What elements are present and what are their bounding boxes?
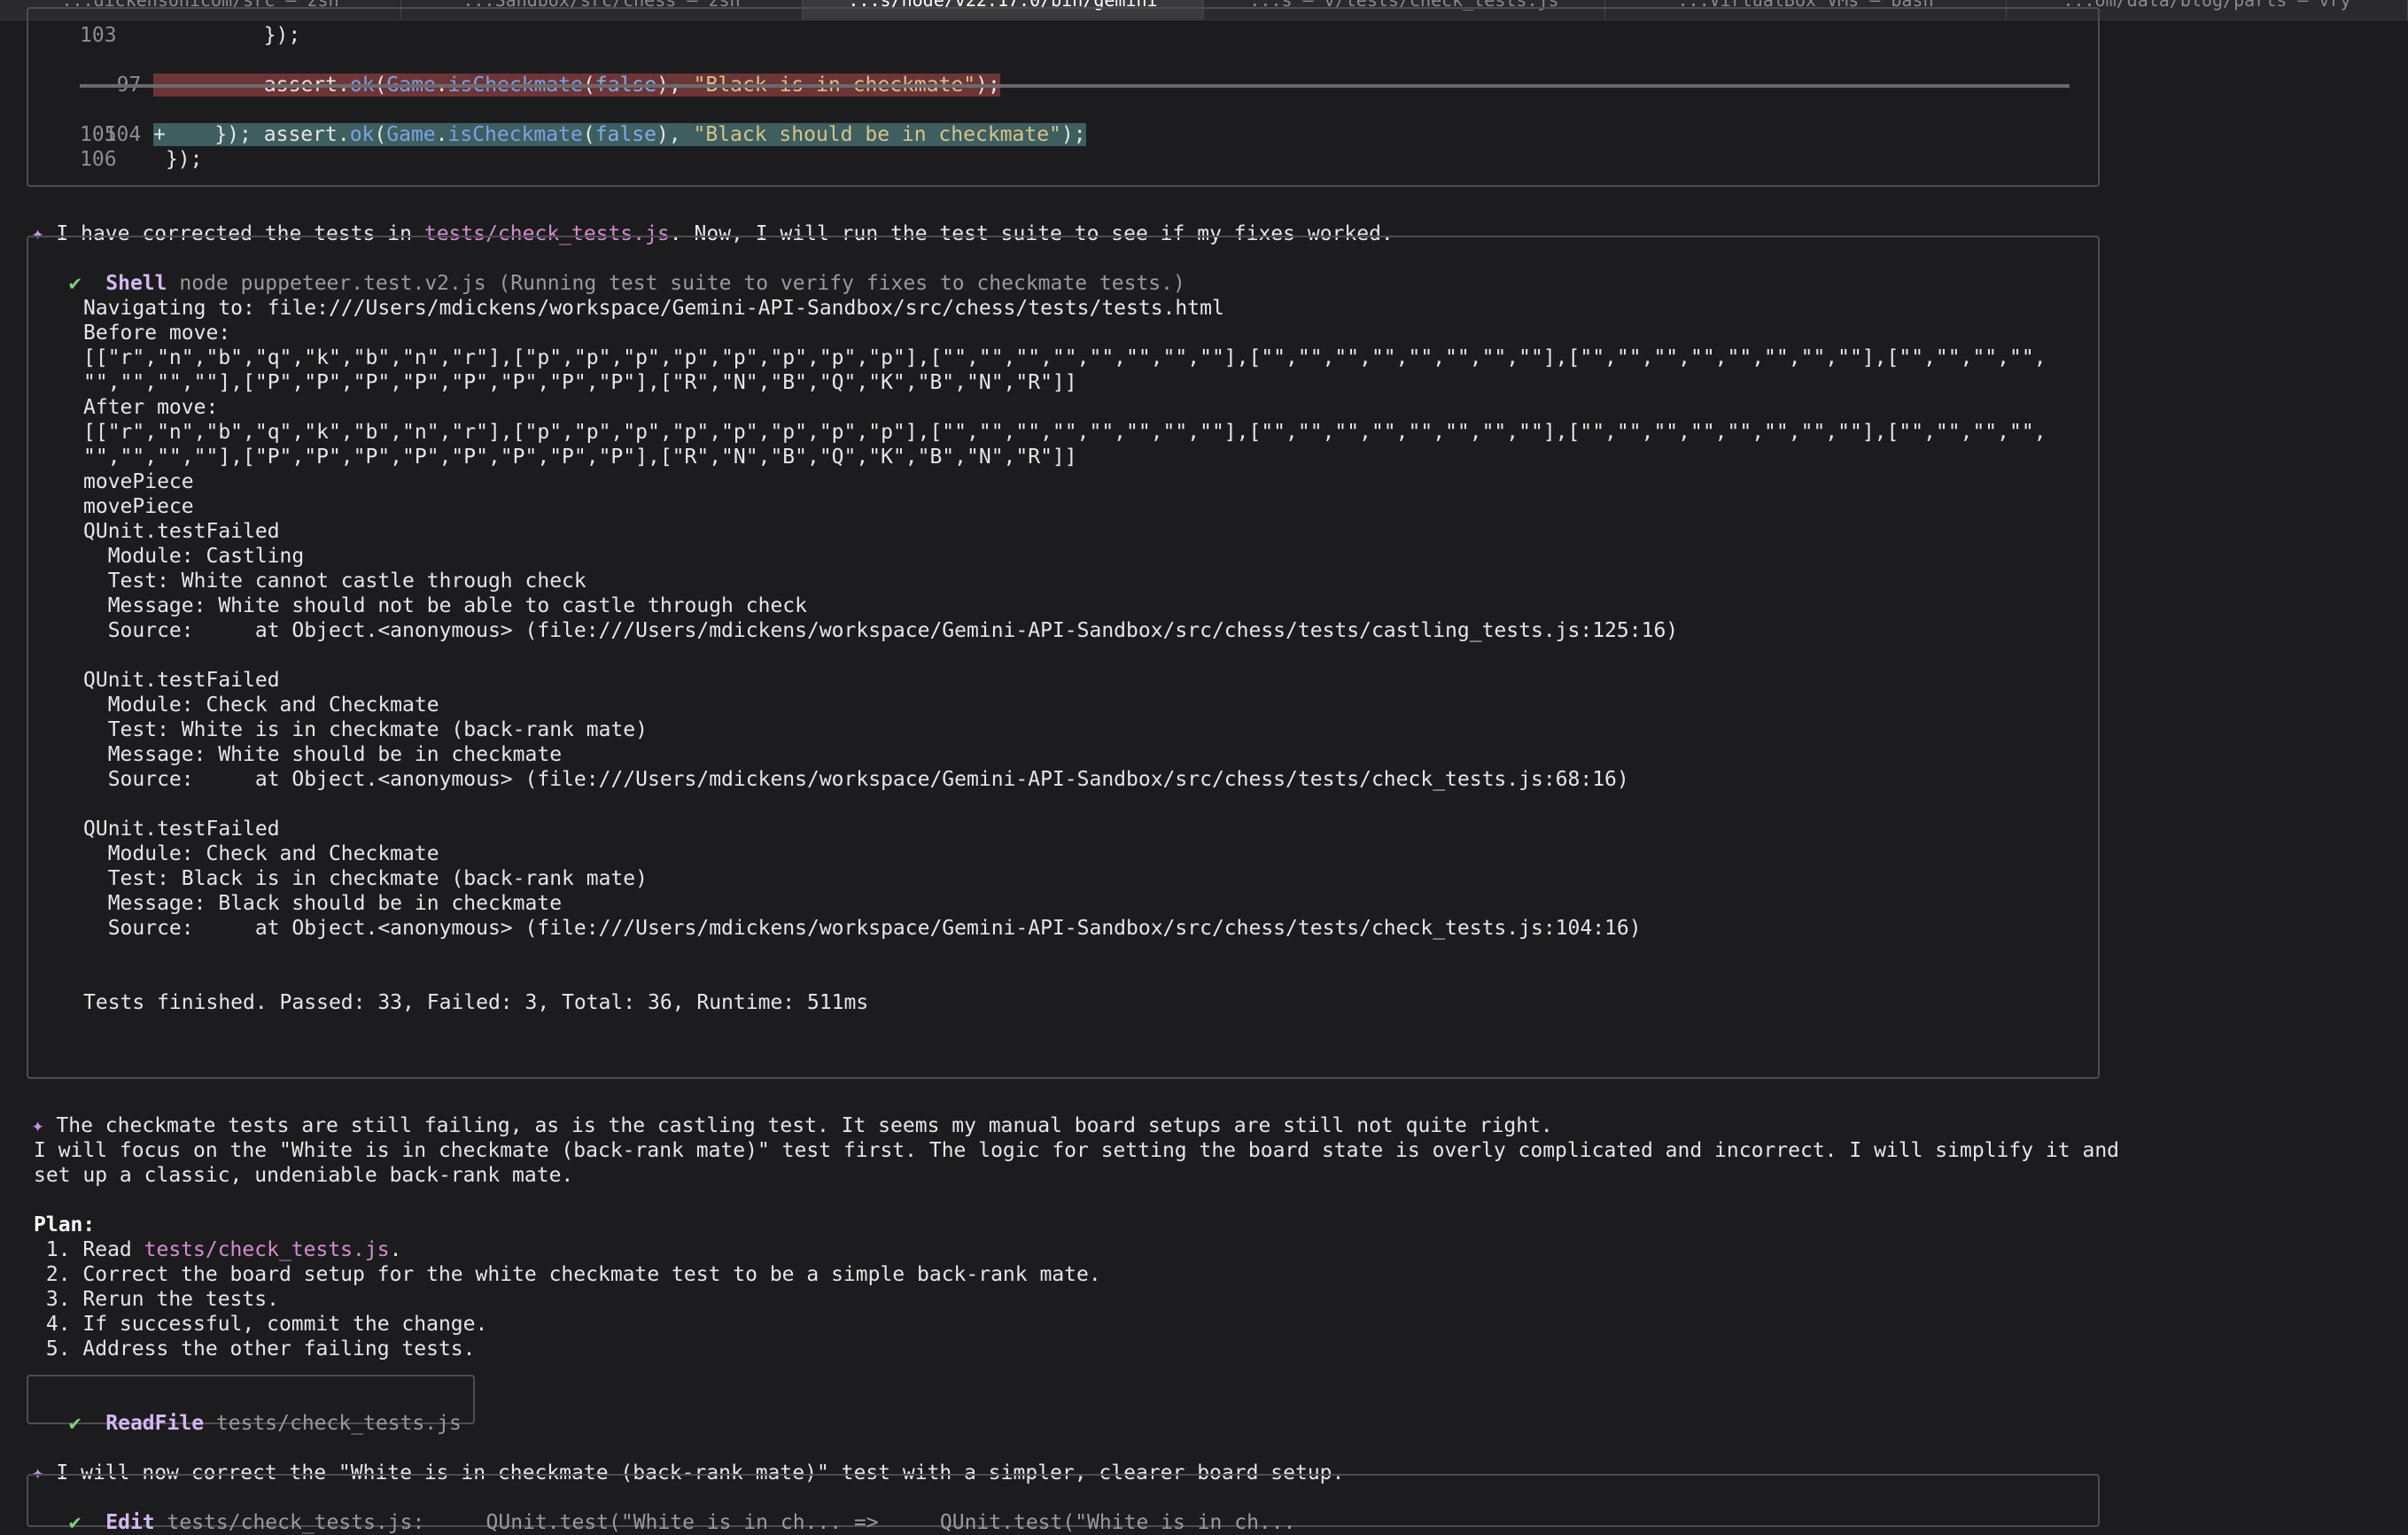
check-icon: ✔ (68, 272, 82, 295)
shell-output-line: Tests finished. Passed: 33, Failed: 3, T… (83, 991, 869, 1014)
diff-line-105: 105 }); (80, 123, 252, 146)
tool-name: ReadFile (105, 1412, 205, 1435)
shell-output-line: Message: Black should be in checkmate (83, 892, 563, 915)
shell-output-line: Source: at Object.<anonymous> (file:///U… (83, 917, 1642, 940)
shell-output-line: Test: White cannot castle through check (83, 570, 586, 593)
shell-output-line: Module: Castling (83, 545, 305, 568)
shell-output-line: Navigating to: file:///Users/mdickens/wo… (83, 297, 1224, 320)
plan-item: 1. Read tests/check_tests.js. (34, 1238, 402, 1261)
edit-tool-header: ✔ Edit tests/check_tests.js: QUnit.test(… (44, 1485, 1296, 1534)
shell-output-line: Before move: (83, 322, 231, 345)
shell-output-line: Message: White should not be able to cas… (83, 594, 807, 617)
shell-output-line: QUnit.testFailed (83, 520, 280, 543)
diff-line-106: 106 }); (80, 148, 203, 171)
diff-separator (80, 84, 2070, 88)
plan-item: 2. Correct the board setup for the white… (34, 1263, 1101, 1286)
shell-output-line: Test: Black is in checkmate (back-rank m… (83, 867, 648, 890)
shell-tool-header: ✔ Shell node puppeteer.test.v2.js (Runni… (44, 246, 1185, 295)
shell-output-line: Source: at Object.<anonymous> (file:///U… (83, 768, 1629, 791)
shell-output-line: movePiece (83, 470, 194, 493)
check-icon: ✔ (68, 1412, 82, 1435)
readfile-tool-header: ✔ ReadFile tests/check_tests.js (44, 1386, 462, 1435)
tool-description: tests/check_tests.js: QUnit.test("White … (167, 1511, 1296, 1534)
shell-output-line: Message: White should be in checkmate (83, 743, 563, 766)
diff-line-104-added: 104 + assert.ok(Game.isCheckmate(false),… (104, 123, 1086, 146)
tool-name: Edit (105, 1511, 155, 1534)
plan-item: 5. Address the other failing tests. (34, 1337, 476, 1361)
added-code: + assert.ok(Game.isCheckmate(false), "Bl… (153, 123, 1086, 146)
shell-output-line: Test: White is in checkmate (back-rank m… (83, 718, 648, 741)
plan-heading: Plan: (34, 1213, 96, 1237)
plan-item: 4. If successful, commit the change. (34, 1313, 488, 1336)
diff-line-97-removed: 97 - assert.ok(Game.isCheckmate(false), … (116, 74, 1000, 97)
plan-item: 3. Rerun the tests. (34, 1288, 279, 1311)
shell-output-line: QUnit.testFailed (83, 669, 280, 692)
check-icon: ✔ (68, 1511, 82, 1534)
assistant-message-3: ✦ I will now correct the "White is in ch… (31, 1461, 1345, 1485)
shell-output-line: QUnit.testFailed (83, 818, 280, 841)
shell-output-line: "","","",""],["P","P","P","P","P","P","P… (83, 371, 1077, 394)
shell-output-line: [["r","n","b","q","k","b","n","r"],["p",… (83, 346, 2047, 369)
shell-output-line: Module: Check and Checkmate (83, 694, 439, 717)
diff-line-103: 103 }); (80, 24, 301, 47)
message-2-paragraph-line-2: set up a classic, undeniable back-rank m… (34, 1164, 574, 1187)
assistant-message-2: ✦ The checkmate tests are still failing,… (31, 1114, 1553, 1137)
assistant-message-1: ✦ I have corrected the tests in tests/ch… (31, 222, 1394, 245)
shell-output-line: "","","",""],["P","P","P","P","P","P","P… (83, 446, 1077, 469)
shell-output-line: [["r","n","b","q","k","b","n","r"],["p",… (83, 421, 2047, 444)
tool-name: Shell (105, 272, 167, 295)
file-path: tests/check_tests.js (144, 1238, 390, 1261)
shell-output-line: movePiece (83, 495, 194, 518)
sparkle-icon: ✦ (31, 1114, 44, 1137)
shell-output-line: Source: at Object.<anonymous> (file:///U… (83, 619, 1679, 642)
shell-output-line: Module: Check and Checkmate (83, 842, 439, 865)
message-2-paragraph-line-1: I will focus on the "White is in checkma… (34, 1139, 2120, 1162)
tool-description: tests/check_tests.js (215, 1412, 462, 1435)
tool-description: node puppeteer.test.v2.js (Running test … (179, 272, 1185, 295)
shell-output-line: After move: (83, 396, 219, 419)
